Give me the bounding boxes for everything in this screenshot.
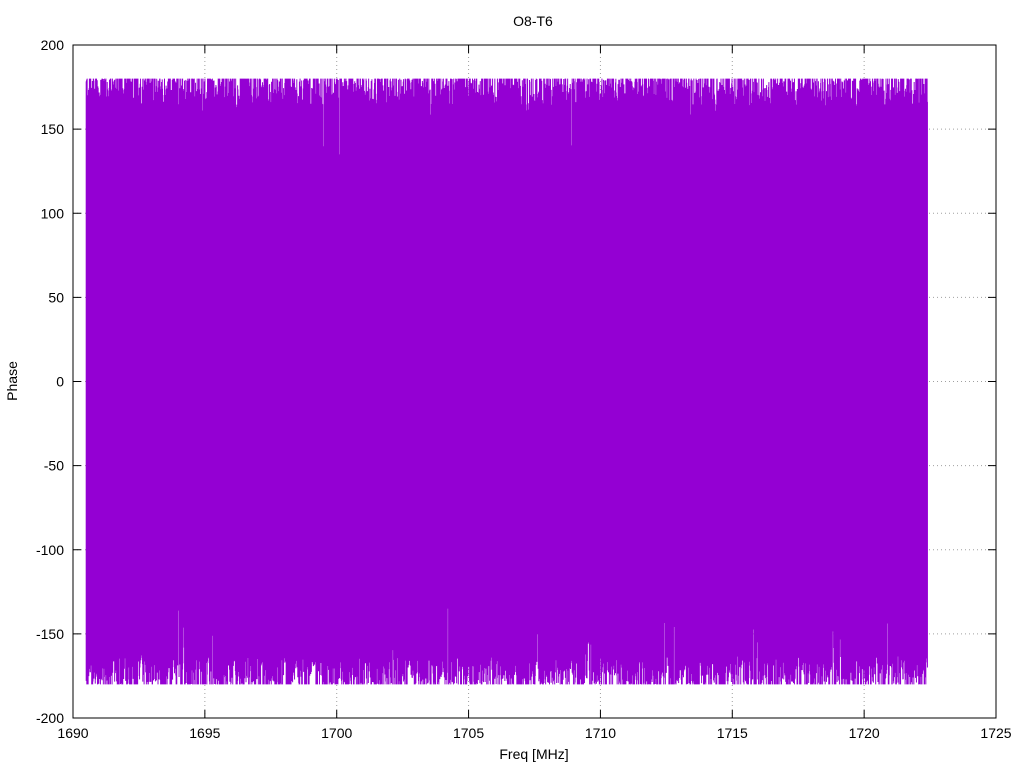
chart-title: O8-T6 — [513, 13, 553, 29]
y-tick-label: 0 — [56, 374, 64, 390]
y-axis-title: Phase — [4, 361, 20, 401]
series-line — [85, 78, 928, 685]
y-tick-label: 100 — [41, 205, 65, 221]
x-tick-label: 1720 — [849, 725, 880, 741]
series-layer — [85, 78, 928, 685]
y-tick-label: -100 — [36, 542, 64, 558]
x-axis-title: Freq [MHz] — [499, 746, 568, 762]
x-tick-label: 1725 — [980, 725, 1011, 741]
phase-chart: O8-T6 -200 -150 -100 -50 0 50 100 150 200 1690 169… — [4, 13, 1012, 762]
x-tick-label: 1690 — [57, 725, 88, 741]
y-tick-label: -200 — [36, 710, 64, 726]
y-tick-label: 50 — [48, 289, 64, 305]
x-tick-label: 1695 — [189, 725, 220, 741]
x-tick-label: 1700 — [321, 725, 352, 741]
x-tick-label: 1715 — [717, 725, 748, 741]
y-tick-label: -150 — [36, 626, 64, 642]
y-tick-label: 150 — [41, 121, 65, 137]
y-tick-label: -50 — [44, 458, 64, 474]
x-tick-label: 1705 — [453, 725, 484, 741]
y-tick-label: 200 — [41, 37, 65, 53]
x-tick-label: 1710 — [585, 725, 616, 741]
